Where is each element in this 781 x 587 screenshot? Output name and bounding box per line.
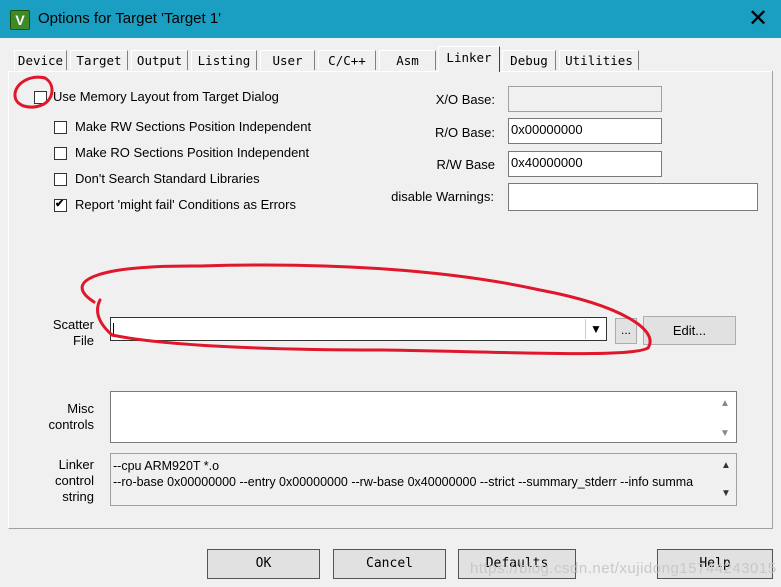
- annotation-loop-scatter: [80, 263, 652, 356]
- annotation-overlay: [13, 75, 652, 356]
- tab-linker[interactable]: Linker: [438, 46, 500, 72]
- annotation-circle-checkbox: [13, 75, 54, 109]
